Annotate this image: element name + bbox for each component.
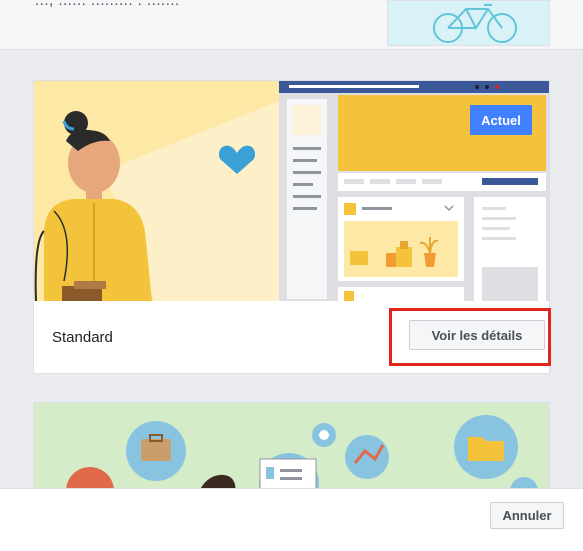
next-layout-illustration <box>66 415 538 488</box>
view-details-button[interactable]: Voir les détails <box>409 320 545 350</box>
bicycle-thumbnail <box>387 0 550 46</box>
previous-option-text: ..., ...... ......... . ....... <box>35 0 180 9</box>
previous-option-card: ..., ...... ......... . ....... <box>0 0 583 50</box>
layout-option-card-next <box>33 402 550 488</box>
standard-layout-illustration: Actuel <box>34 81 549 301</box>
bicycle-icon <box>433 4 517 43</box>
layout-chooser-scroll-area[interactable]: ..., ...... ......... . ....... Actuel S… <box>0 0 583 488</box>
briefcase-icon <box>141 439 171 461</box>
layout-option-title: Standard <box>52 329 113 346</box>
current-badge-label: Actuel <box>481 113 521 128</box>
cancel-button[interactable]: Annuler <box>490 502 564 529</box>
